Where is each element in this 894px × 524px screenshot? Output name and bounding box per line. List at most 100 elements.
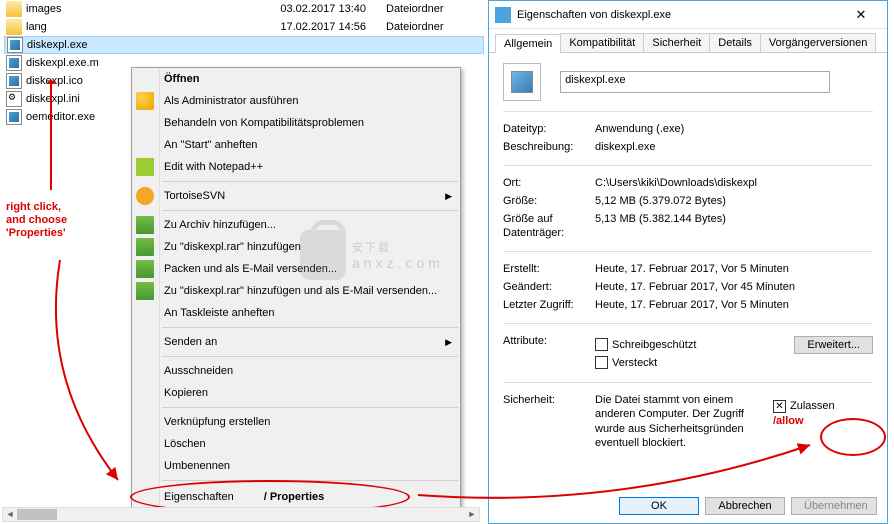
folder-icon (6, 19, 22, 35)
value-size: 5,12 MB (5.379.072 Bytes) (595, 194, 873, 208)
annotation-allow: /allow (773, 415, 835, 427)
ctx-pack-email[interactable]: Packen und als E-Mail versenden... (132, 258, 460, 280)
ctx-send-to[interactable]: Senden an▶ (132, 331, 460, 353)
scroll-thumb[interactable] (17, 509, 57, 520)
exe-icon (7, 37, 23, 53)
separator (162, 480, 458, 481)
scroll-left-icon[interactable]: ◄ (3, 508, 17, 521)
dialog-title: Eigenschaften von diskexpl.exe (517, 9, 671, 21)
separator (503, 165, 873, 166)
label-location: Ort: (503, 176, 595, 190)
annotation-properties-en: / Properties (264, 491, 325, 503)
ico-icon (6, 73, 22, 89)
ctx-copy[interactable]: Kopieren (132, 382, 460, 404)
label-security: Sicherheit: (503, 393, 595, 450)
label-accessed: Letzter Zugriff: (503, 298, 595, 312)
value-location: C:\Users\kiki\Downloads\diskexpl (595, 176, 873, 190)
ctx-run-as-admin[interactable]: Als Administrator ausführen (132, 90, 460, 112)
file-row[interactable]: lang17.02.2017 14:56Dateiordner (4, 18, 484, 36)
ctx-open[interactable]: Öffnen (132, 68, 460, 90)
label-size: Größe: (503, 194, 595, 208)
ctx-pin-start[interactable]: An "Start" anheften (132, 134, 460, 156)
separator (162, 327, 458, 328)
file-row-selected[interactable]: diskexpl.exe (4, 36, 484, 54)
winrar-icon (136, 282, 154, 300)
separator (503, 251, 873, 252)
winrar-icon (136, 216, 154, 234)
value-accessed: Heute, 17. Februar 2017, Vor 5 Minuten (595, 298, 873, 312)
filename-input[interactable]: diskexpl.exe (560, 71, 830, 93)
ctx-cut[interactable]: Ausschneiden (132, 360, 460, 382)
separator (162, 181, 458, 182)
separator (162, 407, 458, 408)
label-size-disk: Größe auf Datenträger: (503, 212, 595, 241)
ok-button[interactable]: OK (619, 497, 699, 515)
scroll-right-icon[interactable]: ► (465, 508, 479, 521)
app-icon (495, 7, 511, 23)
label-description: Beschreibung: (503, 140, 595, 154)
separator (162, 210, 458, 211)
notepadpp-icon (136, 158, 154, 176)
advanced-button[interactable]: Erweitert... (794, 336, 873, 354)
label-hidden: Versteckt (612, 356, 657, 370)
label-created: Erstellt: (503, 262, 595, 276)
value-size-disk: 5,13 MB (5.382.144 Bytes) (595, 212, 873, 241)
separator (162, 356, 458, 357)
tortoisesvn-icon (136, 187, 154, 205)
value-modified: Heute, 17. Februar 2017, Vor 45 Minuten (595, 280, 873, 294)
folder-icon (6, 1, 22, 17)
dialog-titlebar[interactable]: Eigenschaften von diskexpl.exe ✕ (489, 1, 887, 29)
label-modified: Geändert: (503, 280, 595, 294)
checkbox-unblock[interactable]: ✕ (773, 400, 786, 413)
value-created: Heute, 17. Februar 2017, Vor 5 Minuten (595, 262, 873, 276)
value-filetype: Anwendung (.exe) (595, 122, 873, 136)
value-description: diskexpl.exe (595, 140, 873, 154)
file-row[interactable]: images03.02.2017 13:40Dateiordner (4, 0, 484, 18)
ini-icon (6, 91, 22, 107)
tab-compat[interactable]: Kompatibilität (560, 33, 644, 52)
exe-icon (6, 109, 22, 125)
submenu-arrow-icon: ▶ (445, 191, 452, 202)
ctx-add-rar[interactable]: Zu "diskexpl.rar" hinzufügen (132, 236, 460, 258)
exe-icon (6, 55, 22, 71)
shield-icon (136, 92, 154, 110)
file-large-icon (511, 71, 533, 93)
separator (503, 111, 873, 112)
ctx-create-shortcut[interactable]: Verknüpfung erstellen (132, 411, 460, 433)
ctx-pack-rar-email[interactable]: Zu "diskexpl.rar" hinzufügen und als E-M… (132, 280, 460, 302)
label-readonly: Schreibgeschützt (612, 338, 696, 352)
cancel-button[interactable]: Abbrechen (705, 497, 785, 515)
tab-details[interactable]: Details (709, 33, 761, 52)
horizontal-scrollbar[interactable]: ◄ ► (2, 507, 480, 522)
file-icon-box (503, 63, 541, 101)
annotation-arrow-icon (50, 80, 52, 190)
separator (503, 323, 873, 324)
separator (503, 382, 873, 383)
tab-general[interactable]: Allgemein (495, 34, 561, 53)
submenu-arrow-icon: ▶ (445, 337, 452, 348)
dialog-body: diskexpl.exe Dateityp:Anwendung (.exe) B… (489, 53, 887, 464)
winrar-icon (136, 238, 154, 256)
tab-bar: Allgemein Kompatibilität Sicherheit Deta… (489, 29, 887, 53)
ctx-add-archive[interactable]: Zu Archiv hinzufügen... (132, 214, 460, 236)
label-unblock: Zulassen (790, 399, 835, 413)
checkbox-readonly[interactable] (595, 338, 608, 351)
properties-dialog: Eigenschaften von diskexpl.exe ✕ Allgeme… (488, 0, 888, 524)
context-menu: Öffnen Als Administrator ausführen Behan… (131, 67, 461, 511)
ctx-edit-npp[interactable]: Edit with Notepad++ (132, 156, 460, 178)
ctx-compat[interactable]: Behandeln von Kompatibilitätsproblemen (132, 112, 460, 134)
ctx-pin-taskbar[interactable]: An Taskleiste anheften (132, 302, 460, 324)
ctx-rename[interactable]: Umbenennen (132, 455, 460, 477)
ctx-tortoisesvn[interactable]: TortoiseSVN▶ (132, 185, 460, 207)
tab-security[interactable]: Sicherheit (643, 33, 710, 52)
apply-button[interactable]: Übernehmen (791, 497, 877, 515)
label-filetype: Dateityp: (503, 122, 595, 136)
annotation-text: right click,and choose'Properties' (6, 200, 67, 240)
close-button[interactable]: ✕ (841, 7, 881, 23)
ctx-delete[interactable]: Löschen (132, 433, 460, 455)
dialog-button-row: OK Abbrechen Übernehmen (619, 497, 877, 515)
security-text: Die Datei stammt von einem anderen Compu… (595, 393, 765, 450)
checkbox-hidden[interactable] (595, 356, 608, 369)
winrar-icon (136, 260, 154, 278)
tab-previous[interactable]: Vorgängerversionen (760, 33, 876, 52)
